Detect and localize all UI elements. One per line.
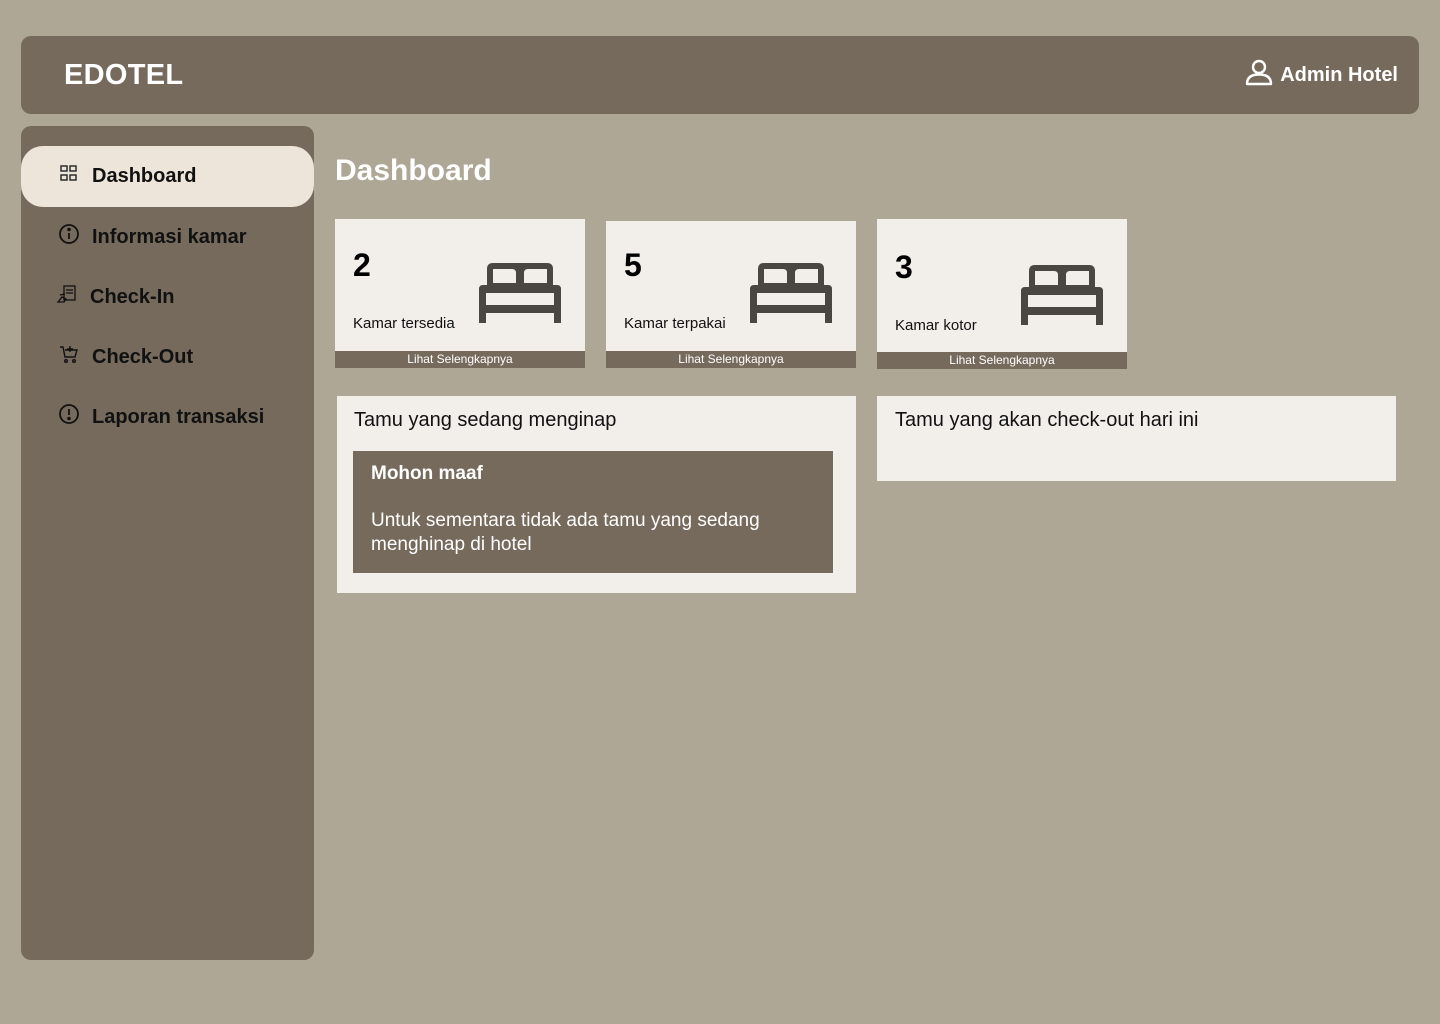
sidebar-item-check-in[interactable]: Check-In [21,267,314,327]
sidebar-item-label: Check-Out [92,345,194,368]
user-icon [1244,57,1274,93]
sidebar-item-informasi-kamar[interactable]: Informasi kamar [21,207,314,267]
sidebar-item-label: Laporan transaksi [92,405,265,428]
sidebar-item-label: Informasi kamar [92,225,247,248]
empty-notice: Mohon maaf Untuk sementara tidak ada tam… [353,451,833,573]
sidebar: Dashboard Informasi kamar Check-In Check… [21,126,314,960]
bed-icon [479,263,561,323]
stat-label: Kamar terpakai [624,315,726,332]
sidebar-item-label: Check-In [90,285,175,308]
brand-logo[interactable]: EDOTEL [64,59,183,92]
sidebar-item-label: Dashboard [92,165,197,187]
sidebar-item-dashboard[interactable]: Dashboard [21,146,314,207]
top-bar: EDOTEL Admin Hotel [21,36,1419,114]
stat-value: 5 [624,247,642,283]
bed-icon [750,263,832,323]
stat-card-kamar-terpakai: 5 Kamar terpakai Lihat Selengkapnya [606,221,856,368]
grid-icon [58,163,80,191]
see-more-link[interactable]: Lihat Selengkapnya [335,351,585,368]
notice-text: Untuk sementara tidak ada tamu yang seda… [371,510,760,555]
bed-icon [1021,265,1103,325]
stat-label: Kamar kotor [895,317,977,334]
see-more-link[interactable]: Lihat Selengkapnya [877,352,1127,369]
panel-checkout-today: Tamu yang akan check-out hari ini [877,396,1396,481]
panel-title: Tamu yang sedang menginap [354,409,617,431]
panel-title: Tamu yang akan check-out hari ini [895,409,1199,431]
stat-value: 2 [353,247,371,283]
info-icon [58,223,80,251]
page-title: Dashboard [335,154,492,187]
sidebar-item-laporan-transaksi[interactable]: Laporan transaksi [21,387,314,447]
cart-icon [58,343,80,371]
see-more-link[interactable]: Lihat Selengkapnya [606,351,856,368]
stat-label: Kamar tersedia [353,315,455,332]
user-menu[interactable]: Admin Hotel [1244,57,1398,93]
panel-staying-guests: Tamu yang sedang menginap Mohon maaf Unt… [337,396,856,593]
notice-title: Mohon maaf [371,463,483,484]
alert-circle-icon [58,403,80,431]
stat-value: 3 [895,249,913,285]
stat-card-kamar-kotor: 3 Kamar kotor Lihat Selengkapnya [877,219,1127,369]
sidebar-item-check-out[interactable]: Check-Out [21,327,314,387]
check-in-icon [56,283,78,311]
user-name: Admin Hotel [1280,63,1398,86]
stat-card-kamar-tersedia: 2 Kamar tersedia Lihat Selengkapnya [335,219,585,368]
